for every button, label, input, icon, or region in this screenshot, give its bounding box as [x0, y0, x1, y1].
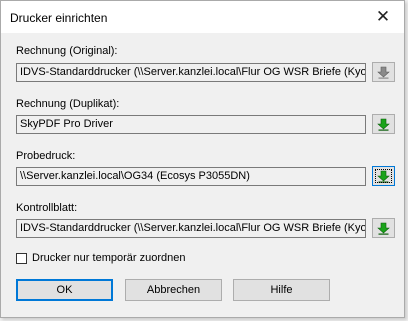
title-bar: Drucker einrichten ✕: [1, 1, 404, 33]
field-kontrollblatt[interactable]: IDVS-Standarddrucker (\\Server.kanzlei.l…: [16, 219, 366, 238]
label-kontrollblatt: Kontrollblatt:: [16, 202, 78, 214]
label-rechnung-duplikat: Rechnung (Duplikat):: [16, 98, 120, 110]
download-arrow-icon: [377, 222, 390, 235]
field-probedruck[interactable]: \\Server.kanzlei.local\OG34 (Ecosys P305…: [16, 167, 366, 186]
temporary-assign-option[interactable]: Drucker nur temporär zuordnen: [16, 252, 185, 264]
ok-button[interactable]: OK: [16, 279, 113, 301]
select-printer-button-probedruck[interactable]: [372, 166, 395, 186]
download-arrow-icon: [377, 170, 390, 183]
label-probedruck: Probedruck:: [16, 150, 76, 162]
label-rechnung-original: Rechnung (Original):: [16, 45, 118, 57]
close-icon: ✕: [375, 7, 391, 26]
temporary-assign-checkbox[interactable]: [16, 252, 27, 264]
download-arrow-icon: [377, 66, 390, 79]
select-printer-button-rechnung-original[interactable]: [372, 62, 395, 82]
download-arrow-icon: [377, 118, 390, 131]
temporary-assign-label: Drucker nur temporär zuordnen: [32, 252, 186, 264]
field-rechnung-duplikat[interactable]: SkyPDF Pro Driver: [16, 115, 366, 134]
select-printer-button-kontrollblatt[interactable]: [372, 218, 395, 238]
close-button[interactable]: ✕: [362, 1, 404, 33]
cancel-button[interactable]: Abbrechen: [125, 279, 222, 301]
select-printer-button-rechnung-duplikat[interactable]: [372, 114, 395, 134]
dialog-title: Drucker einrichten: [10, 11, 108, 25]
printer-setup-dialog: Drucker einrichten ✕ Rechnung (Original)…: [0, 0, 405, 318]
field-rechnung-original[interactable]: IDVS-Standarddrucker (\\Server.kanzlei.l…: [16, 63, 366, 82]
help-button[interactable]: Hilfe: [233, 279, 330, 301]
